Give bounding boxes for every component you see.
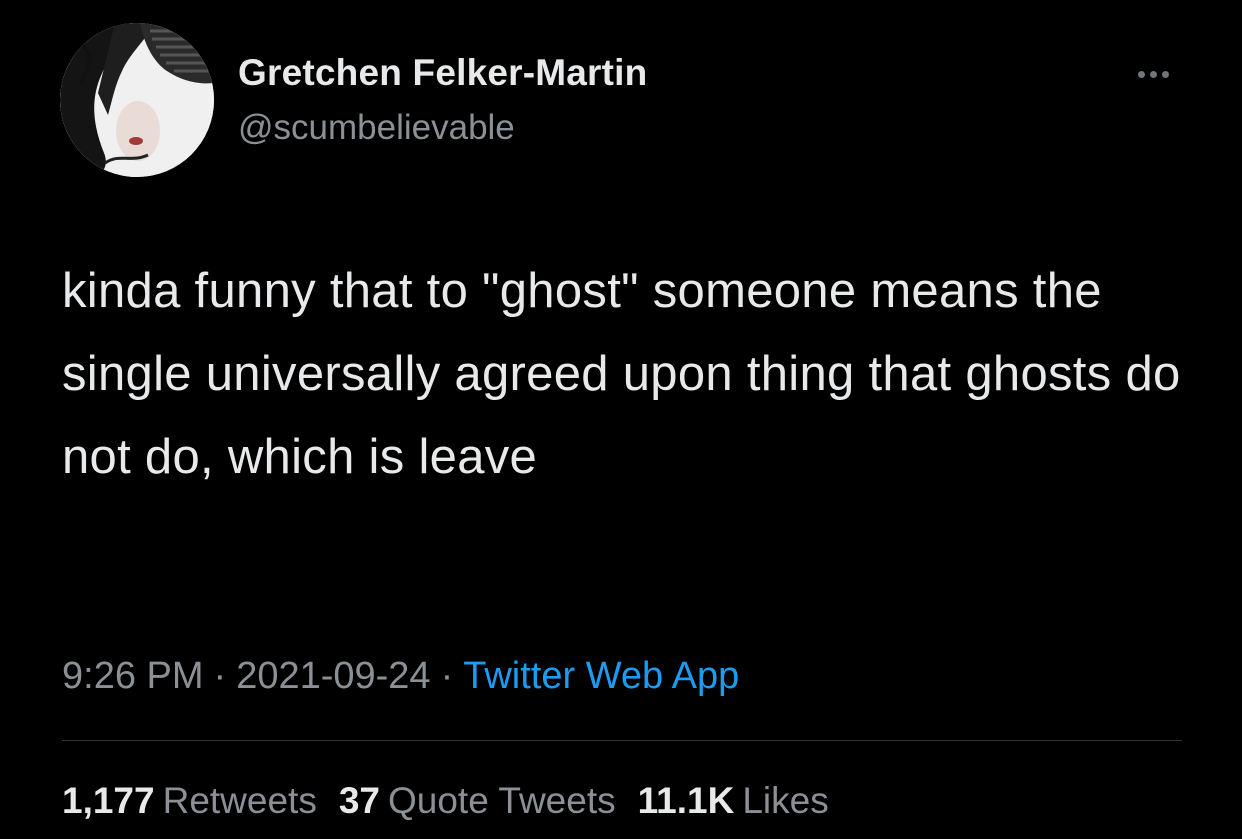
retweets-stat[interactable]: 1,177 Retweets: [62, 780, 317, 822]
quote-tweets-stat[interactable]: 37 Quote Tweets: [339, 780, 616, 822]
likes-stat[interactable]: 11.1K Likes: [638, 780, 829, 822]
more-horizontal-icon: [1137, 70, 1145, 78]
quote-tweets-label: Quote Tweets: [387, 780, 616, 821]
author-handle[interactable]: @scumbelievable: [238, 108, 515, 148]
tweet-time[interactable]: 9:26 PM: [62, 655, 204, 697]
likes-label: Likes: [742, 780, 829, 821]
retweets-label: Retweets: [162, 780, 317, 821]
retweets-count: 1,177: [62, 780, 155, 821]
divider: [62, 740, 1182, 741]
author-avatar[interactable]: [60, 23, 214, 177]
tweet-source-link[interactable]: Twitter Web App: [463, 655, 739, 697]
quote-tweets-count: 37: [338, 780, 380, 821]
meta-separator: ·: [440, 655, 454, 697]
tweet-date[interactable]: 2021-09-24: [236, 655, 430, 697]
tweet-stats: 1,177 Retweets 37 Quote Tweets 11.1K Likes: [62, 780, 851, 822]
likes-count: 11.1K: [637, 780, 735, 821]
more-horizontal-icon-dot: [1161, 70, 1169, 78]
avatar-image: [60, 23, 214, 177]
meta-separator: ·: [213, 655, 227, 697]
tweet-text: kinda funny that to "ghost" someone mean…: [62, 264, 1181, 484]
tweet-meta: 9:26 PM · 2021-09-24 · Twitter Web App: [62, 655, 739, 698]
more-options-button[interactable]: [1126, 60, 1180, 88]
more-horizontal-icon-dot: [1149, 70, 1157, 78]
author-name[interactable]: Gretchen Felker-Martin: [238, 52, 647, 94]
tweet-card: Gretchen Felker-Martin @scumbelievable k…: [0, 0, 1242, 839]
